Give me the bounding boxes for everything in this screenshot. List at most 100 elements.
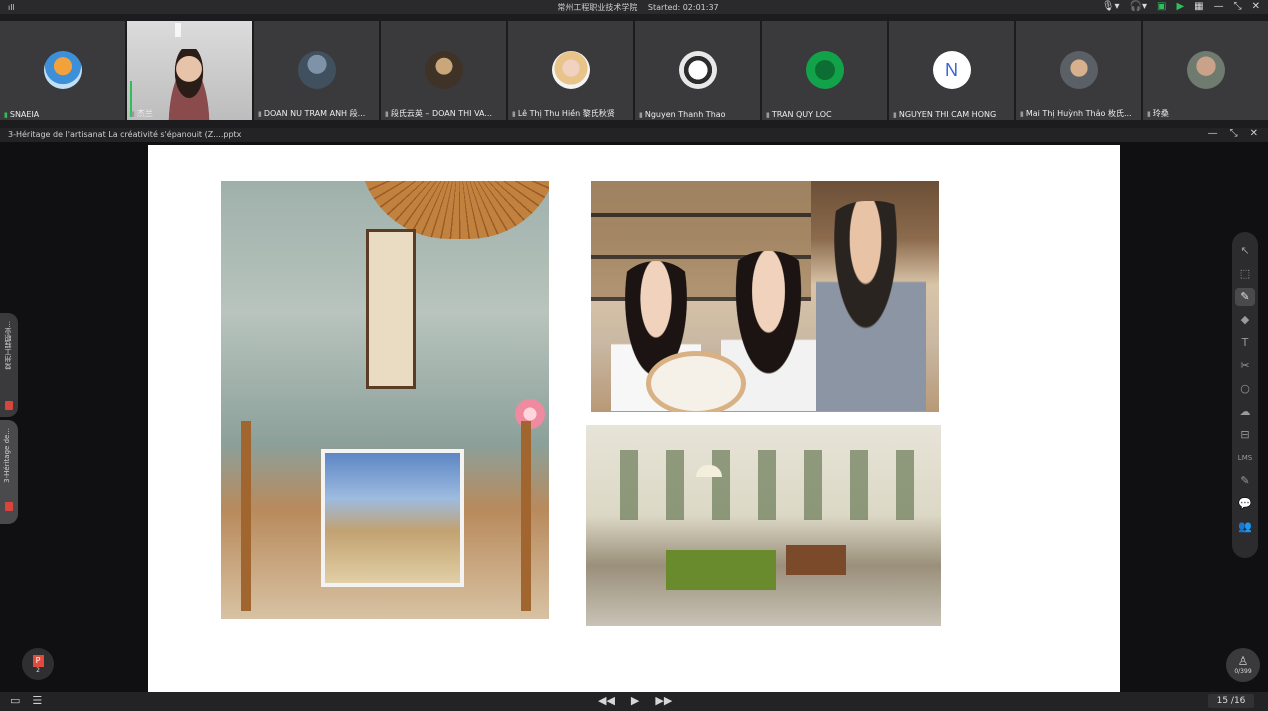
participant-name: ▮ TRAN QUY LOC	[766, 110, 832, 119]
hanging-sign	[366, 229, 416, 389]
participant-name: ▮ SNAEIA	[4, 110, 40, 119]
bottom-navigation-bar: ▭ ☰ ◀◀ ▶ ▶▶ 15 /16	[0, 692, 1268, 711]
top-controls: 🎙▾ 🎧▾ ▣ ▶ ▦ — ⤡ ✕	[1102, 1, 1260, 13]
microphone-icon: ▮	[4, 111, 8, 119]
wall-frames	[606, 450, 936, 520]
slide-navigation: ◀◀ ▶ ▶▶	[598, 694, 672, 707]
side-tab-label: 3-Héritage de...	[3, 428, 11, 483]
text-tool-icon[interactable]: T	[1242, 334, 1249, 352]
participant-tile[interactable]: ▮ TRAN QUY LOC	[762, 21, 887, 120]
embroidery-hoop	[646, 351, 746, 412]
side-tab-college[interactable]: 常州工程职业...	[0, 313, 18, 417]
participant-tile[interactable]: ▮ Lê Thị Thu Hiền 黎氏秋贤	[508, 21, 633, 120]
user-avatar-icon	[1186, 51, 1225, 89]
participant-name: ▮ 杰兰	[131, 109, 153, 118]
restore-document-button[interactable]: ⤡	[1230, 128, 1238, 139]
grid-layout-icon[interactable]: ▦	[1194, 1, 1203, 13]
participant-name: ▮ NGUYEN THI CAM HONG	[893, 110, 997, 119]
workshop-gallery-photo	[586, 425, 941, 626]
participant-name: ▮ Nguyen Thanh Thao	[639, 110, 726, 119]
participant-tile[interactable]: ▮ 段氏云英 – DOAN THI VA...	[381, 21, 506, 120]
participant-video-tile[interactable]: ▮ 杰兰	[127, 21, 252, 120]
sidebar-toggle-icon[interactable]: ▭	[10, 694, 20, 707]
microphone-icon: ▮	[1147, 110, 1151, 118]
microphone-icon: ▮	[258, 110, 262, 118]
microphone-icon: ▮	[766, 111, 770, 119]
chat-icon[interactable]: 💬	[1238, 495, 1252, 513]
minimize-document-button[interactable]: —	[1208, 128, 1218, 139]
shape-tool-icon[interactable]: ○	[1240, 380, 1250, 398]
file-count: 2	[36, 666, 40, 674]
green-table	[666, 550, 776, 590]
bottom-left-controls: ▭ ☰	[10, 694, 42, 707]
top-status-bar: ıll 常州工程职业技术学院 Started: 02:01:37 🎙▾ 🎧▾ ▣…	[0, 0, 1268, 14]
speaker-menu-icon[interactable]: 🎧▾	[1130, 1, 1147, 13]
microphone-icon: ▮	[639, 111, 643, 119]
powerpoint-icon	[5, 502, 13, 511]
microphone-menu-icon[interactable]: 🎙▾	[1102, 1, 1120, 13]
user-raise-hand-icon: ♙	[1237, 654, 1249, 668]
document-title-bar: 3-Héritage de l'artisanat La créativité …	[0, 128, 1268, 142]
microphone-icon: ▮	[512, 110, 516, 118]
powerpoint-icon	[5, 401, 13, 410]
document-title: 3-Héritage de l'artisanat La créativité …	[8, 130, 242, 139]
participant-tile[interactable]: N ▮ NGUYEN THI CAM HONG	[889, 21, 1014, 120]
outline-icon[interactable]: ☰	[32, 694, 42, 707]
participant-name: ▮ DOAN NU TRAM ANH 段...	[258, 109, 366, 118]
default-user-avatar-icon	[805, 51, 844, 89]
teacher-figure	[816, 201, 926, 411]
wooden-table	[786, 545, 846, 575]
attendance-button[interactable]: ♙ 0/399	[1226, 648, 1260, 682]
user-avatar-icon	[551, 51, 590, 89]
restore-window-button[interactable]: ⤡	[1234, 1, 1242, 13]
speaker-video-feed	[163, 49, 215, 120]
participant-tile[interactable]: ▮ DOAN NU TRAM ANH 段...	[254, 21, 379, 120]
document-window-controls: — ⤡ ✕	[1208, 128, 1258, 139]
record-icon[interactable]: ▶	[1176, 1, 1184, 13]
participant-name: ▮ 段氏云英 – DOAN THI VA...	[385, 109, 492, 118]
participant-tile[interactable]: ▮ SNAEIA	[0, 21, 125, 120]
eraser-icon[interactable]: ◆	[1241, 311, 1249, 329]
ceiling-light	[175, 23, 181, 37]
previous-slide-button[interactable]: ◀◀	[598, 694, 615, 707]
meeting-title: 常州工程职业技术学院 Started: 02:01:37	[0, 2, 1268, 13]
pointer-tool-icon[interactable]: ↖	[1240, 242, 1249, 260]
embroidery-class-photo	[591, 181, 939, 412]
close-document-button[interactable]: ✕	[1250, 128, 1258, 139]
meeting-timer: Started: 02:01:37	[647, 3, 719, 12]
powerpoint-files-button[interactable]: P 2	[22, 648, 54, 680]
microphone-icon: ▮	[1020, 110, 1024, 118]
toolbox-icon[interactable]: ⊟	[1240, 426, 1249, 444]
participants-icon[interactable]: 👥	[1238, 518, 1252, 536]
page-indicator[interactable]: 15 /16	[1208, 694, 1254, 708]
side-tab-heritage[interactable]: 3-Héritage de...	[0, 420, 18, 524]
slide-canvas	[148, 145, 1120, 692]
user-avatar-icon	[1059, 51, 1098, 89]
play-slideshow-button[interactable]: ▶	[631, 694, 639, 707]
screen-share-icon[interactable]: ▣	[1157, 1, 1166, 13]
close-window-button[interactable]: ✕	[1252, 1, 1260, 13]
scissors-icon[interactable]: ✂	[1240, 357, 1249, 375]
attendance-count: 0/399	[1234, 668, 1252, 675]
balloon-avatar-icon	[43, 51, 82, 89]
pen-tool-icon[interactable]: ✎	[1235, 288, 1255, 306]
embroidery-loom-photo	[221, 181, 549, 619]
side-tab-label: 常州工程职业...	[4, 321, 12, 370]
panda-avatar-icon	[678, 51, 717, 89]
cloud-icon[interactable]: ☁	[1240, 403, 1251, 421]
participant-tile[interactable]: ▮ 玲桑	[1143, 21, 1268, 120]
user-avatar-icon	[297, 51, 336, 89]
microphone-icon: ▮	[385, 110, 389, 118]
lms-button[interactable]: LMS	[1238, 449, 1252, 467]
participant-name: ▮ Mai Thị Huỳnh Thảo 枚氏...	[1020, 109, 1132, 118]
participant-name: ▮ Lê Thị Thu Hiền 黎氏秋贤	[512, 109, 615, 118]
participant-name: ▮ 玲桑	[1147, 109, 1169, 118]
edit-icon[interactable]: ✎	[1240, 472, 1249, 490]
participant-tile[interactable]: ▮ Nguyen Thanh Thao	[635, 21, 760, 120]
minimize-window-button[interactable]: —	[1214, 1, 1224, 13]
participant-tile[interactable]: ▮ Mai Thị Huỳnh Thảo 枚氏...	[1016, 21, 1141, 120]
microphone-icon: ▮	[893, 111, 897, 119]
select-area-icon[interactable]: ⬚	[1240, 265, 1250, 283]
next-slide-button[interactable]: ▶▶	[655, 694, 672, 707]
presentation-stage	[0, 142, 1268, 692]
